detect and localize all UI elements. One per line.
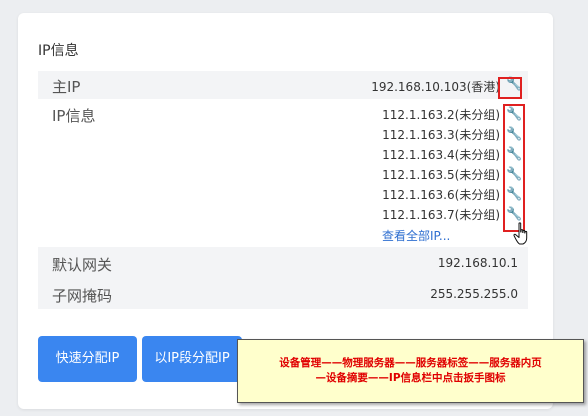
wrench-icon[interactable]: 🔧	[506, 125, 522, 145]
assign-by-ip-range-button[interactable]: 以IP段分配IP	[142, 336, 242, 382]
ip-info-label: IP信息	[52, 107, 96, 125]
quick-assign-ip-button[interactable]: 快速分配IP	[38, 336, 137, 382]
hand-pointer-icon	[513, 222, 528, 245]
main-ip-row: 主IP 192.168.10.103(香港) 🔧	[38, 71, 528, 99]
ip-list: 112.1.163.2(未分组) 112.1.163.3(未分组) 112.1.…	[382, 105, 500, 225]
gateway-label: 默认网关	[52, 256, 113, 274]
card-title: IP信息	[38, 43, 79, 59]
ip-list-item: 112.1.163.4(未分组)	[382, 148, 500, 162]
wrench-icon[interactable]: 🔧	[506, 105, 522, 125]
main-ip-label: 主IP	[52, 78, 81, 96]
subnet-mask-label: 子网掩码	[52, 287, 113, 305]
ip-list-row: IP信息 112.1.163.2(未分组) 112.1.163.3(未分组) 1…	[38, 99, 528, 247]
gateway-row: 默认网关 192.168.10.1	[38, 247, 528, 279]
main-ip-value: 192.168.10.103(香港)	[371, 80, 500, 94]
ip-list-item: 112.1.163.7(未分组)	[382, 208, 500, 222]
annotation-line-1: 设备管理——物理服务器——服务器标签——服务器内页	[279, 357, 542, 369]
wrench-icon[interactable]: 🔧	[506, 145, 522, 165]
ip-list-item: 112.1.163.2(未分组)	[382, 108, 500, 122]
view-all-ips-link[interactable]: 查看全部IP...	[382, 227, 450, 244]
subnet-mask-value: 255.255.255.0	[430, 287, 518, 301]
subnet-mask-row: 子网掩码 255.255.255.0	[38, 279, 528, 309]
wrench-icon[interactable]: 🔧	[506, 75, 522, 95]
annotation-line-2: —设备摘要——IP信息栏中点击扳手图标	[315, 372, 506, 384]
ip-info-table: 主IP 192.168.10.103(香港) 🔧 IP信息 112.1.163.…	[38, 71, 528, 309]
ip-list-item: 112.1.163.5(未分组)	[382, 168, 500, 182]
ip-list-item: 112.1.163.6(未分组)	[382, 188, 500, 202]
instruction-annotation: 设备管理——物理服务器——服务器标签——服务器内页 —设备摘要——IP信息栏中点…	[237, 339, 584, 403]
ip-list-item: 112.1.163.3(未分组)	[382, 128, 500, 142]
wrench-icon[interactable]: 🔧	[506, 165, 522, 185]
wrench-icon[interactable]: 🔧	[506, 185, 522, 205]
gateway-value: 192.168.10.1	[437, 256, 518, 270]
